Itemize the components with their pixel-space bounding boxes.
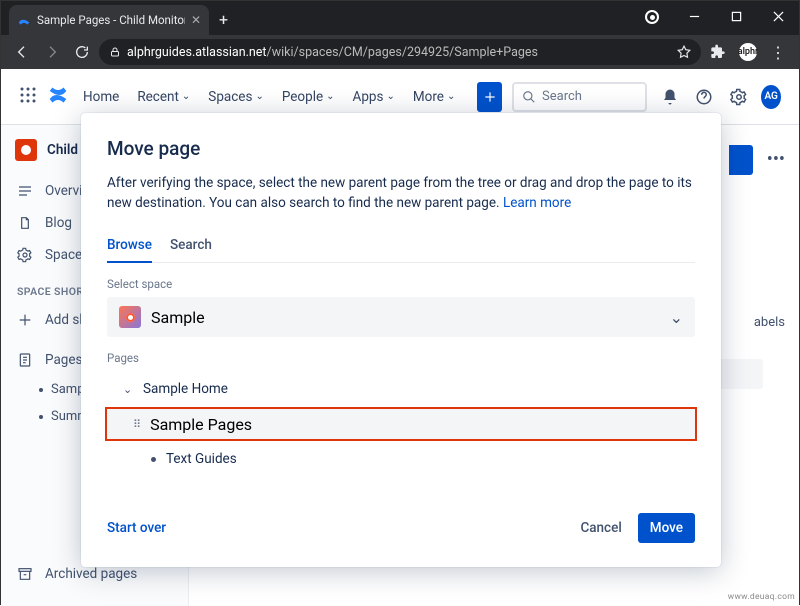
nav-home[interactable]: Home — [79, 83, 123, 111]
user-avatar[interactable]: AG — [761, 85, 781, 109]
search-placeholder: Search — [542, 89, 582, 104]
watermark: www.deuaq.com — [728, 592, 795, 602]
start-over-link[interactable]: Start over — [107, 520, 166, 536]
create-button[interactable] — [477, 82, 502, 112]
tab-search[interactable]: Search — [170, 229, 212, 262]
chevron-down-icon: ⌄ — [255, 91, 263, 102]
window-maximize-button[interactable] — [715, 1, 757, 31]
tab-close-icon[interactable]: ✕ — [191, 13, 201, 27]
reload-button[interactable] — [69, 39, 95, 65]
dialog-description: After verifying the space, select the ne… — [107, 174, 695, 213]
move-page-dialog: Move page After verifying the space, sel… — [81, 113, 721, 567]
tree-item-text-guides[interactable]: Text Guides — [107, 443, 695, 475]
cancel-button[interactable]: Cancel — [570, 514, 631, 542]
confluence-logo-icon[interactable] — [47, 84, 69, 110]
selected-space-value: Sample — [151, 308, 205, 327]
tree-item-sample-pages[interactable]: ⠿ Sample Pages — [107, 409, 695, 439]
app-switcher-icon[interactable] — [19, 86, 37, 108]
lock-icon — [109, 46, 121, 58]
browser-tab[interactable]: Sample Pages - Child Monitoring ✕ — [9, 5, 209, 35]
space-avatar-icon — [119, 306, 141, 328]
search-icon — [522, 90, 536, 104]
notifications-icon[interactable] — [657, 82, 682, 112]
search-input[interactable]: Search — [512, 82, 647, 112]
nav-apps[interactable]: Apps⌄ — [349, 83, 399, 111]
window-close-button[interactable] — [757, 1, 799, 31]
url-input[interactable]: alphrguides.atlassian.net/wiki/spaces/CM… — [99, 39, 701, 65]
dialog-title: Move page — [107, 137, 695, 160]
select-space-label: Select space — [107, 277, 695, 291]
tree-item-sample-home[interactable]: ⌄ Sample Home — [107, 373, 695, 405]
chevron-down-icon: ⌄ — [326, 91, 334, 102]
chevron-down-icon: ⌄ — [447, 91, 455, 102]
browser-titlebar: Sample Pages - Child Monitoring ✕ + — [1, 1, 799, 35]
nav-people[interactable]: People⌄ — [278, 83, 339, 111]
chevron-down-icon: ⌄ — [670, 308, 683, 327]
tab-browse[interactable]: Browse — [107, 229, 152, 263]
window-minimize-button[interactable] — [673, 1, 715, 31]
nav-spaces[interactable]: Spaces⌄ — [204, 83, 268, 111]
confluence-favicon — [17, 13, 31, 27]
nav-recent[interactable]: Recent⌄ — [133, 83, 194, 111]
pages-label: Pages — [107, 351, 695, 365]
chevron-down-icon: ⌄ — [386, 91, 394, 102]
nav-more[interactable]: More⌄ — [409, 83, 459, 111]
help-icon[interactable] — [692, 82, 717, 112]
drag-handle-icon[interactable]: ⠿ — [133, 418, 142, 431]
browser-address-bar: alphrguides.atlassian.net/wiki/spaces/CM… — [1, 35, 799, 69]
learn-more-link[interactable]: Learn more — [503, 195, 571, 211]
space-select[interactable]: Sample ⌄ — [107, 297, 695, 337]
tab-title: Sample Pages - Child Monitoring — [37, 13, 185, 27]
extensions-icon[interactable] — [705, 39, 731, 65]
chevron-down-icon: ⌄ — [182, 91, 190, 102]
new-tab-button[interactable]: + — [219, 10, 228, 29]
forward-button[interactable] — [39, 39, 65, 65]
recording-indicator-icon — [645, 10, 659, 24]
bullet-icon — [151, 457, 156, 462]
settings-gear-icon[interactable] — [727, 82, 752, 112]
url-host: alphrguides.atlassian.net — [127, 45, 267, 60]
browser-menu-icon[interactable]: ⋮ — [765, 39, 791, 65]
tree-item-selected-highlight: ⠿ Sample Pages — [105, 407, 697, 441]
chevron-down-icon[interactable]: ⌄ — [123, 383, 135, 396]
url-path: /wiki/spaces/CM/pages/294925/Sample+Page… — [267, 45, 538, 60]
back-button[interactable] — [9, 39, 35, 65]
page-tree: ⌄ Sample Home ⠿ Sample Pages Text Guides — [107, 373, 695, 475]
profile-badge[interactable]: alphr — [735, 39, 761, 65]
bookmark-star-icon[interactable] — [677, 45, 691, 59]
move-button[interactable]: Move — [638, 513, 695, 543]
